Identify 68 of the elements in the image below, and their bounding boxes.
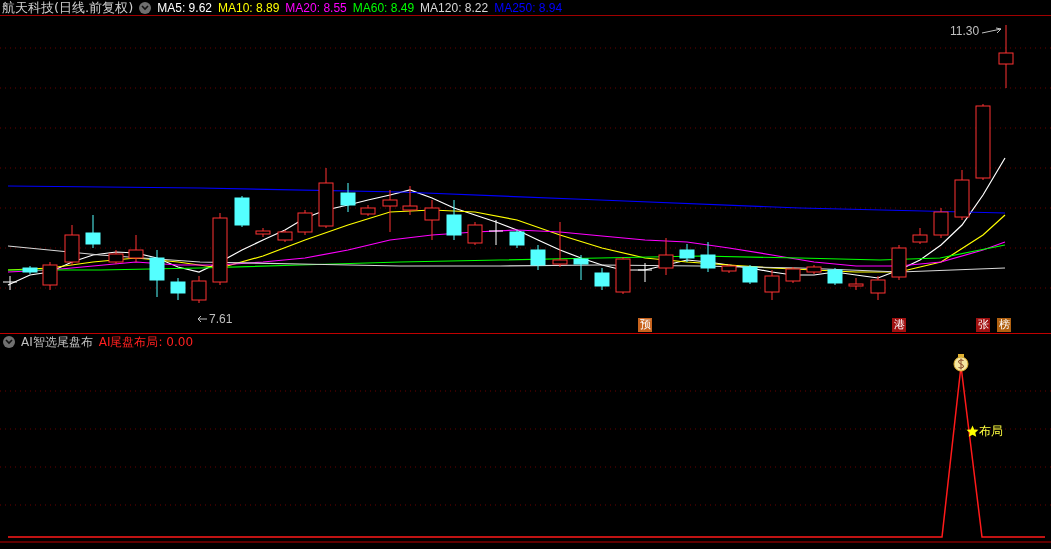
candle [64, 224, 80, 266]
star-icon [966, 424, 979, 438]
candle [870, 275, 886, 301]
candle [467, 221, 483, 246]
candle [402, 185, 418, 216]
candle [170, 277, 186, 301]
candle [806, 264, 822, 275]
candle [360, 204, 376, 217]
candle [573, 254, 589, 281]
dropdown-icon[interactable] [3, 336, 15, 348]
ma-legend-item: MA60: 8.49 [352, 0, 415, 17]
signal-label: 布局 [979, 423, 1003, 440]
candle [149, 249, 165, 298]
low-price-label: 7.61 [209, 311, 233, 328]
candle [340, 182, 356, 213]
candle [509, 229, 525, 249]
ma-legend-item: MA120: 8.22 [420, 0, 489, 17]
candle [615, 256, 631, 295]
candle [933, 207, 949, 239]
candle [954, 169, 970, 221]
candle [530, 244, 546, 271]
candle [764, 269, 780, 301]
candle [488, 219, 504, 246]
candle [446, 199, 462, 241]
candle [721, 263, 737, 274]
candle [382, 189, 398, 233]
candle [679, 243, 695, 263]
candle [742, 264, 758, 285]
candle [891, 244, 907, 281]
candle [785, 266, 801, 284]
candle [277, 229, 293, 243]
event-badge: 港 [892, 318, 906, 332]
arrow-icon [981, 27, 1004, 35]
ma-legend-item: MA20: 8.55 [285, 0, 347, 17]
money-bag-icon [953, 354, 969, 372]
candle [424, 199, 440, 241]
ma-legend-item: MA250: 8.94 [494, 0, 563, 17]
candle [637, 262, 653, 283]
ma-legend-item: MA10: 8.89 [218, 0, 280, 17]
candle [2, 275, 18, 291]
candle [827, 267, 843, 286]
stock-title: 航天科技(日线.前复权) [2, 0, 134, 17]
candle [318, 167, 334, 229]
event-badge: 榜 [997, 318, 1011, 332]
high-price-label: 11.30 [950, 23, 980, 40]
ma-legend-item: MA5: 9.62 [157, 0, 212, 17]
candle [128, 234, 144, 263]
candle [191, 275, 207, 304]
indicator-name: AI智选尾盘布 [21, 334, 93, 351]
candle [998, 24, 1014, 89]
candle [234, 195, 250, 228]
candle [848, 277, 864, 291]
candle [85, 214, 101, 249]
candle [22, 265, 38, 275]
candle [42, 261, 58, 291]
candle [297, 209, 313, 236]
candle [594, 267, 610, 291]
candle [658, 237, 674, 276]
event-badge: 张 [976, 318, 990, 332]
dropdown-icon[interactable] [139, 1, 152, 14]
candle [700, 241, 716, 273]
candle [552, 221, 568, 268]
arrow-icon [196, 315, 208, 323]
indicator-value: AI尾盘布局: 0.00 [98, 334, 194, 351]
candle [255, 227, 271, 238]
event-badge: 预 [638, 318, 652, 332]
candle [108, 249, 124, 265]
candle [912, 227, 928, 245]
